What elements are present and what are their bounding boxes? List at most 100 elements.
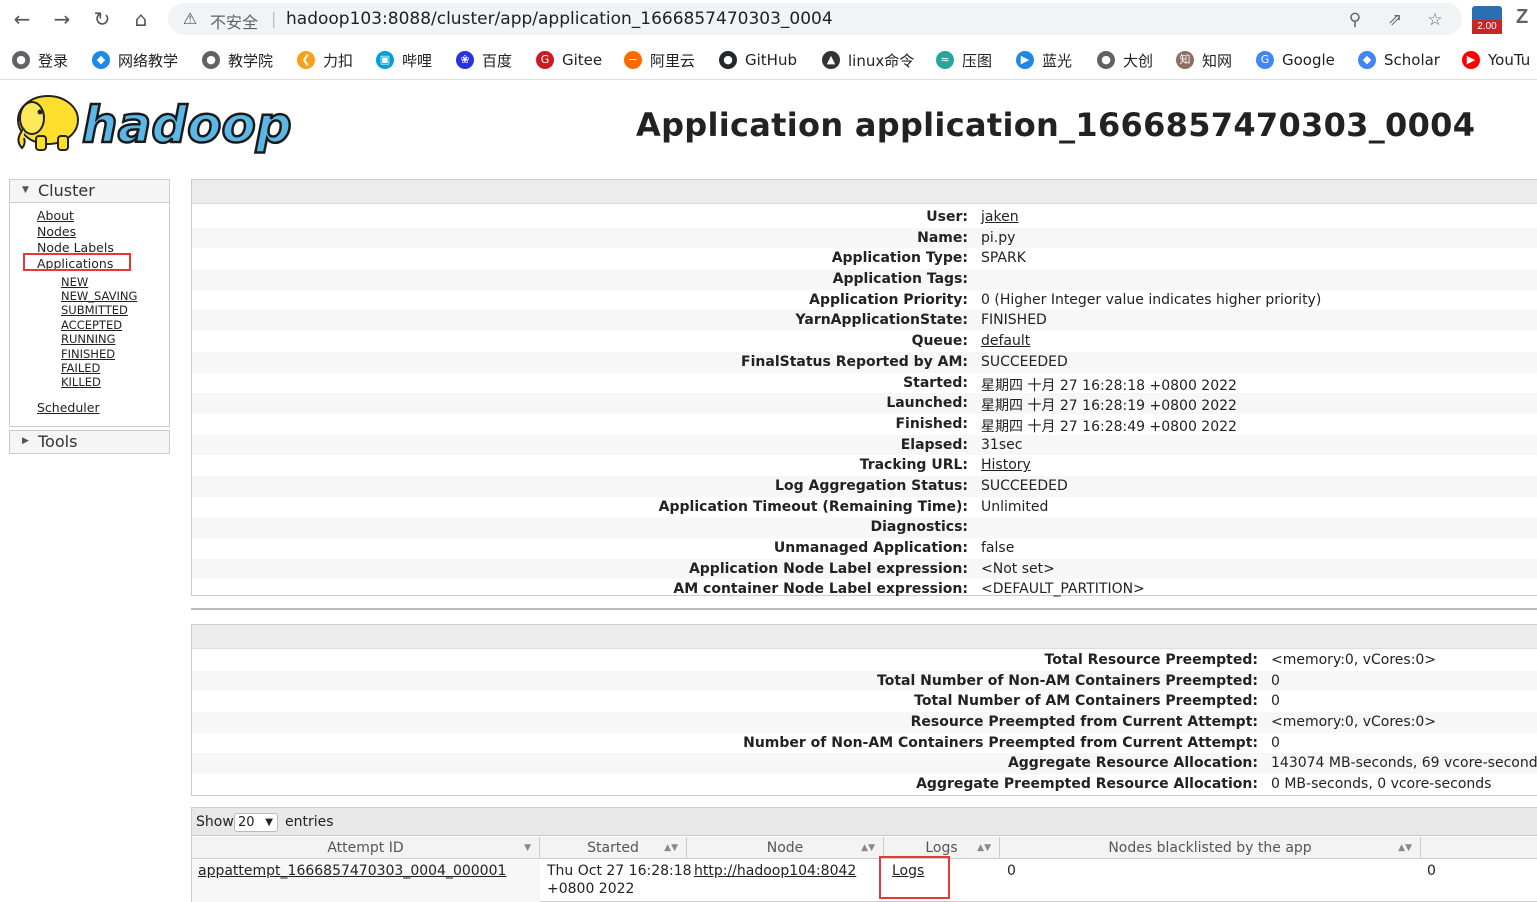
address-bar[interactable]: ⚠ 不安全 | hadoop103:8088/cluster/app/appli… (168, 3, 1462, 35)
info-value: 0 MB-seconds, 0 vcore-seconds (1271, 776, 1492, 793)
sidebar-state-finished[interactable]: FINISHED (61, 348, 115, 361)
bookmark-label: 蓝光 (1042, 51, 1073, 70)
info-row: Total Number of Non-AM Containers Preemp… (192, 670, 1537, 692)
bookmark-item[interactable]: ● 大创 (1097, 48, 1153, 72)
info-value-link[interactable]: jaken (981, 209, 1019, 225)
sidebar-state-failed[interactable]: FAILED (61, 362, 100, 375)
cluster-panel: About Nodes Node Labels Applications NEW… (9, 203, 170, 427)
sort-desc-icon: ▼ (524, 843, 531, 853)
app-overview-table: User: jaken Name: pi.py Application Type: SPA… (191, 179, 1537, 597)
sidebar-state-new-saving[interactable]: NEW_SAVING (61, 290, 137, 303)
chevron-down-icon: ▼ (265, 817, 273, 828)
bookmark-item[interactable]: ● 登录 (12, 48, 68, 72)
info-key: Total Number of AM Containers Preempted: (914, 693, 1258, 710)
sidebar: ▼ Cluster About Nodes Node Labels Applic… (9, 179, 170, 456)
sidebar-link-nodes[interactable]: Nodes (37, 225, 76, 239)
col-attempt-id[interactable]: Attempt ID ▼ (192, 837, 540, 859)
bookmark-item[interactable]: ◆ 网络教学 (92, 48, 178, 72)
bookmark-item[interactable]: G Gitee (536, 48, 602, 72)
sidebar-state-running[interactable]: RUNNING (61, 333, 116, 346)
cluster-section-header[interactable]: ▼ Cluster (9, 179, 170, 203)
info-value-link[interactable]: History (981, 457, 1031, 473)
sidebar-state-accepted[interactable]: ACCEPTED (61, 319, 122, 332)
zotero-extension-icon[interactable]: Z (1516, 6, 1528, 29)
info-row: Total Resource Preempted: <memory:0, vCor… (192, 650, 1537, 671)
separator: | (271, 9, 277, 28)
forward-icon[interactable]: → (50, 7, 74, 31)
back-icon[interactable]: ← (10, 7, 34, 31)
bookmark-item[interactable]: − 阿里云 (624, 48, 695, 72)
bookmark-item[interactable]: ❮ 力扣 (297, 48, 353, 72)
info-row: Tracking URL: History (192, 455, 1537, 476)
info-key: Unmanaged Application: (773, 540, 968, 556)
bookmark-item[interactable]: ▣ 哔哩 (376, 48, 432, 72)
zoom-icon[interactable]: ⚲ (1344, 9, 1366, 31)
bookmark-item[interactable]: ▶ YouTu (1462, 48, 1530, 72)
info-key: Application Type: (831, 250, 968, 267)
bookmark-label: YouTu (1488, 51, 1531, 69)
bookmark-item[interactable]: ≈ 压图 (936, 48, 992, 72)
info-value: SPARK (981, 250, 1026, 267)
bookmark-label: 百度 (482, 51, 513, 70)
info-value: 星期四 十月 27 16:28:18 +0800 2022 (981, 377, 1237, 394)
globe-icon: ● (202, 51, 220, 69)
extension-icon[interactable]: 2.00 (1472, 6, 1502, 34)
info-value: 星期四 十月 27 16:28:49 +0800 2022 (981, 418, 1237, 435)
page-size-select[interactable]: 20 ▼ (234, 813, 278, 832)
sidebar-link-scheduler[interactable]: Scheduler (37, 401, 100, 415)
info-key: Application Tags: (832, 271, 968, 288)
info-value: FINISHED (981, 312, 1047, 329)
aliyun-icon: − (624, 51, 642, 69)
attempt-id-link[interactable]: appattempt_1666857470303_0004_000001 (198, 862, 506, 880)
attempts-toolbar: Show 20 ▼ entries (192, 808, 1537, 836)
info-row: Unmanaged Application: false (192, 538, 1537, 559)
bookmark-item[interactable]: G Google (1256, 48, 1335, 72)
info-key: Name: (917, 229, 968, 246)
info-row: Name: pi.py (192, 227, 1537, 249)
info-row: Application Tags: (192, 269, 1537, 290)
attempt-started: Thu Oct 27 16:28:18 +0800 2022 (547, 863, 692, 897)
bookmark-item[interactable]: ❀ 百度 (456, 48, 512, 72)
globe-icon: ● (12, 51, 30, 69)
bilibili-icon: ▣ (376, 51, 394, 69)
info-value-link[interactable]: default (981, 333, 1030, 349)
sidebar-state-submitted[interactable]: SUBMITTED (61, 304, 128, 317)
info-key: Tracking URL: (859, 457, 968, 474)
info-key: User: (926, 209, 968, 225)
bookmark-item[interactable]: ● GitHub (719, 48, 797, 72)
reload-icon[interactable]: ↻ (90, 7, 114, 31)
bookmark-star-icon[interactable]: ☆ (1424, 9, 1446, 31)
col-extra (1421, 837, 1537, 859)
bookmark-item[interactable]: ▲ linux命令 (822, 48, 914, 72)
insecure-label: 不安全 (210, 13, 259, 32)
info-value: SUCCEEDED (981, 353, 1068, 370)
info-row: Log Aggregation Status: SUCCEEDED (192, 475, 1537, 497)
sidebar-link-about[interactable]: About (37, 209, 74, 223)
scholar-icon: ◆ (1358, 51, 1376, 69)
node-link[interactable]: http://hadoop104:8042 (694, 862, 856, 880)
info-row: AM container Node Label expression: <DEFA… (192, 579, 1537, 600)
bookmark-label: Scholar (1384, 51, 1440, 69)
info-row: Resource Preempted from Current Attempt:… (192, 712, 1537, 733)
info-key: YarnApplicationState: (795, 312, 968, 329)
bookmark-item[interactable]: 知知网 (1176, 48, 1232, 72)
info-row: Diagnostics: (192, 517, 1537, 538)
col-blacklisted[interactable]: Nodes blacklisted by the app ▲▼ (1000, 837, 1421, 859)
warning-icon[interactable]: ⚠ (180, 9, 200, 29)
col-node[interactable]: Node ▲▼ (687, 837, 884, 859)
hadoop-logo[interactable]: hadoop (10, 88, 292, 160)
preemption-header (192, 625, 1537, 649)
bookmark-item[interactable]: ◆ Scholar (1358, 48, 1440, 72)
bookmark-item[interactable]: ▶ 蓝光 (1016, 48, 1072, 72)
col-started[interactable]: Started ▲▼ (540, 837, 687, 859)
share-icon[interactable]: ⇗ (1384, 9, 1406, 31)
sidebar-state-new[interactable]: NEW (61, 276, 88, 289)
home-icon[interactable]: ⌂ (129, 7, 153, 31)
expanded-triangle-icon: ▼ (22, 185, 29, 195)
play-icon: ▶ (1016, 51, 1034, 69)
sidebar-state-killed[interactable]: KILLED (61, 376, 101, 389)
info-value: 0 (Higher Integer value indicates higher… (981, 291, 1322, 308)
tools-section-header[interactable]: ▶ Tools (9, 430, 170, 454)
url-text[interactable]: hadoop103:8088/cluster/app/application_1… (286, 9, 833, 29)
bookmark-item[interactable]: ● 教学院 (202, 48, 273, 72)
